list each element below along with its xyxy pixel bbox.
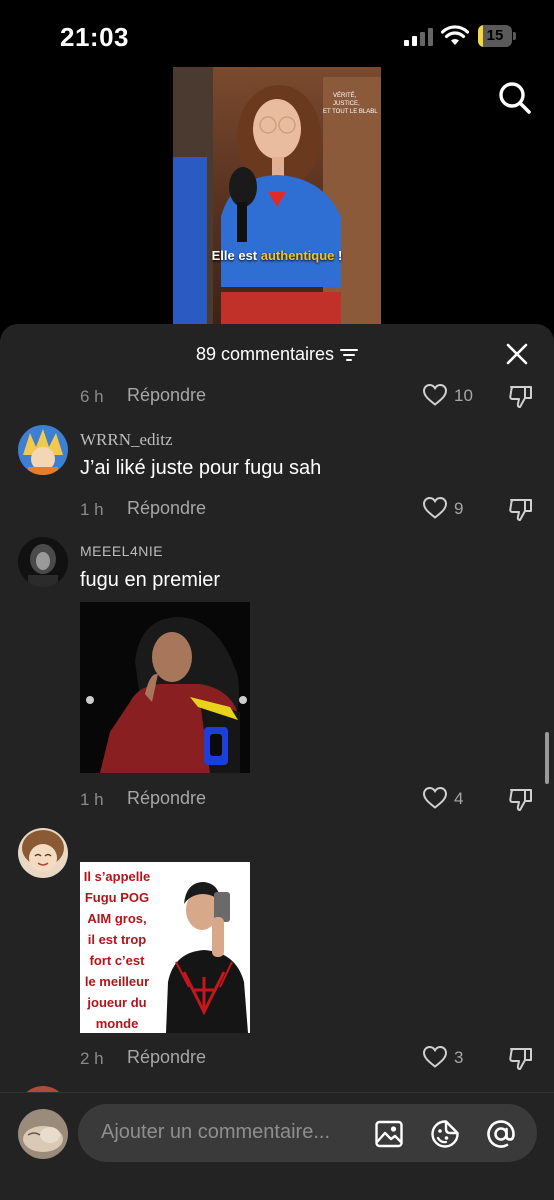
comment-meta: 1 h Répondre 9 xyxy=(80,496,540,522)
svg-text:VÉRITÉ,: VÉRITÉ, xyxy=(333,92,357,99)
comment-time: 2 h xyxy=(80,1049,104,1068)
comment-text: J’ai liké juste pour fugu sah xyxy=(80,457,322,479)
meme-photo xyxy=(166,882,248,1033)
like-count: 9 xyxy=(454,499,464,518)
reply-button[interactable]: Répondre xyxy=(127,498,206,519)
comment-meta: 6 h Répondre 10 xyxy=(80,383,540,409)
status-bar: 21:03 15 xyxy=(0,0,554,70)
comments-title-label: 89 commentaires xyxy=(195,344,335,364)
scrollbar[interactable] xyxy=(545,732,549,784)
mention-icon[interactable] xyxy=(486,1119,516,1149)
heart-icon[interactable] xyxy=(422,496,448,520)
search-icon[interactable] xyxy=(497,80,533,116)
comments-count-title[interactable]: 89 commentaires xyxy=(0,344,554,365)
comments-header: 89 commentaires xyxy=(0,324,554,382)
wifi-icon xyxy=(441,25,469,45)
svg-text:ET TOUT LE BLABL: ET TOUT LE BLABL xyxy=(323,109,378,115)
comment-time: 6 h xyxy=(80,387,104,406)
reply-button[interactable]: Répondre xyxy=(127,1047,206,1068)
svg-text:JUSTICE,: JUSTICE, xyxy=(333,101,360,107)
comment-input[interactable]: Ajouter un commentaire... xyxy=(78,1104,537,1162)
comment-attachment-image[interactable]: Il s’appelle Fugu POG AIM gros, il est t… xyxy=(80,862,250,1033)
avatar[interactable] xyxy=(18,828,68,878)
close-icon[interactable] xyxy=(505,342,529,366)
my-avatar[interactable] xyxy=(18,1109,68,1159)
comment-time: 1 h xyxy=(80,790,104,809)
avatar-image xyxy=(18,425,68,475)
username[interactable]: WRRN_editz xyxy=(80,430,173,450)
comment-text: fugu en premier xyxy=(80,569,221,591)
reply-button[interactable]: Répondre xyxy=(127,385,206,406)
meme-text: Il s’appelle Fugu POG AIM gros, il est t… xyxy=(83,869,151,1031)
comments-sheet: 89 commentaires 6 h Répondre 10 WRRN_edi… xyxy=(0,324,554,1200)
dislike-icon[interactable] xyxy=(508,1045,534,1071)
image-icon[interactable] xyxy=(374,1119,404,1149)
comment-input-placeholder: Ajouter un commentaire... xyxy=(101,1121,330,1143)
video-caption: Elle est authentique ! xyxy=(211,248,343,263)
comment-attachment-image[interactable] xyxy=(80,602,250,773)
video-preview[interactable]: VÉRITÉ, JUSTICE, ET TOUT LE BLABL Elle e… xyxy=(173,67,381,325)
like-count: 3 xyxy=(454,1048,464,1067)
heart-icon[interactable] xyxy=(422,383,448,407)
avatar-image xyxy=(18,828,68,878)
avatar[interactable] xyxy=(18,425,68,475)
my-avatar-image xyxy=(18,1109,68,1159)
comment-meta: 2 h Répondre 3 xyxy=(80,1045,540,1071)
comment-input-bar: Ajouter un commentaire... xyxy=(0,1092,554,1200)
reply-button[interactable]: Répondre xyxy=(127,788,206,809)
dislike-icon[interactable] xyxy=(508,383,534,409)
sticker-icon[interactable] xyxy=(430,1119,460,1149)
like-count: 4 xyxy=(454,789,464,808)
battery-level: 15 xyxy=(486,27,504,44)
username[interactable]: MEEEL4NIE xyxy=(80,543,163,559)
heart-icon[interactable] xyxy=(422,1045,448,1069)
heart-icon[interactable] xyxy=(422,786,448,810)
video-frame-image: VÉRITÉ, JUSTICE, ET TOUT LE BLABL xyxy=(173,67,381,325)
avatar-image xyxy=(18,537,68,587)
comment-meta: 1 h Répondre 4 xyxy=(80,786,540,812)
attachment-photo xyxy=(80,602,250,773)
avatar[interactable] xyxy=(18,537,68,587)
filter-icon[interactable] xyxy=(340,348,359,362)
dislike-icon[interactable] xyxy=(508,496,534,522)
like-count: 10 xyxy=(454,386,473,405)
comment-time: 1 h xyxy=(80,500,104,519)
cellular-signal-icon xyxy=(404,28,434,46)
battery-icon: 15 xyxy=(478,25,516,47)
dislike-icon[interactable] xyxy=(508,786,534,812)
status-time: 21:03 xyxy=(60,22,129,52)
